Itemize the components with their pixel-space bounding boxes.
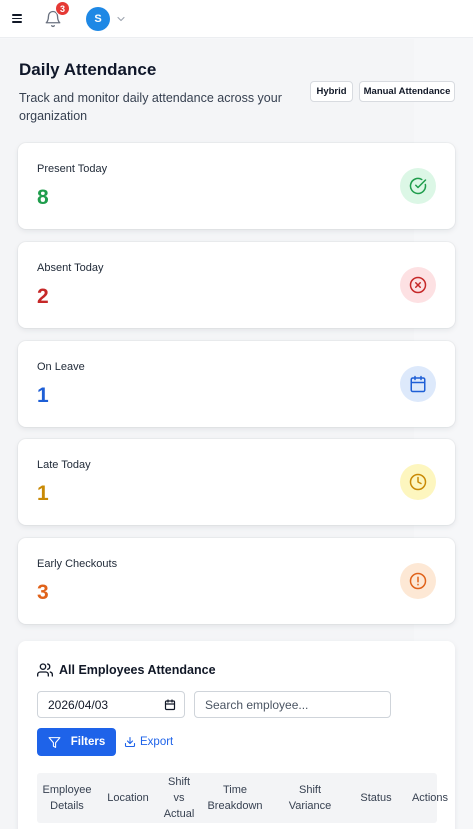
stat-label: Early Checkouts [37,558,118,570]
filters-button[interactable]: Filters [37,728,116,756]
stat-card-present: Present Today 8 [18,143,455,229]
manual-attendance-button[interactable]: Manual Attendance [359,81,455,102]
menu-icon[interactable] [11,11,25,25]
stat-value: 1 [37,384,49,407]
stat-value: 3 [37,581,49,604]
attendance-title: All Employees Attendance [59,663,216,677]
filters-label: Filters [70,736,106,748]
download-icon [124,736,136,748]
stat-value: 2 [37,285,49,308]
search-input[interactable] [194,691,391,718]
date-input[interactable]: 2026/04/03 [37,691,185,718]
column-header-shift-variance[interactable]: Shift Variance [275,773,345,823]
notification-badge: 3 [55,1,70,16]
column-header-location[interactable]: Location [101,773,155,823]
calendar-picker-icon[interactable] [164,699,176,711]
users-icon [37,663,53,677]
alert-circle-icon [400,563,436,599]
stat-label: Late Today [37,459,91,471]
stat-card-early-checkouts: Early Checkouts 3 [18,538,455,624]
export-button[interactable]: Export [124,728,173,756]
page-subtitle: Track and monitor daily attendance acros… [19,91,282,123]
stat-card-on-leave: On Leave 1 [18,341,455,427]
avatar[interactable]: S [86,7,110,31]
stat-label: Present Today [37,163,108,175]
page-title: Daily Attendance [19,60,157,79]
date-value: 2026/04/03 [48,697,109,712]
x-circle-icon [400,267,436,303]
chevron-down-icon[interactable] [115,13,127,25]
stat-label: On Leave [37,361,85,373]
column-header-time-breakdown[interactable]: Time Breakdown [203,773,267,823]
filter-icon [48,736,61,748]
column-header-status[interactable]: Status [351,773,401,823]
check-circle-icon [400,168,436,204]
stat-label: Absent Today [37,262,104,274]
clock-icon [400,464,436,500]
stat-value: 1 [37,482,49,505]
attendance-card: All Employees Attendance 2026/04/03 Filt… [18,641,455,829]
column-header-shift-vs-actual[interactable]: Shift vs Actual [157,773,201,823]
hybrid-button[interactable]: Hybrid [310,81,353,102]
top-bar: 3 S [0,0,473,38]
stat-card-late: Late Today 1 [18,439,455,525]
calendar-icon [400,366,436,402]
stat-value: 8 [37,186,49,209]
table-header: Employee Details Location Shift vs Actual T… [37,773,448,823]
column-header-actions[interactable]: Actions [401,773,459,823]
stat-card-absent: Absent Today 2 [18,242,455,328]
export-label: Export [140,736,174,748]
column-header-employee-details[interactable]: Employee Details [37,773,97,823]
